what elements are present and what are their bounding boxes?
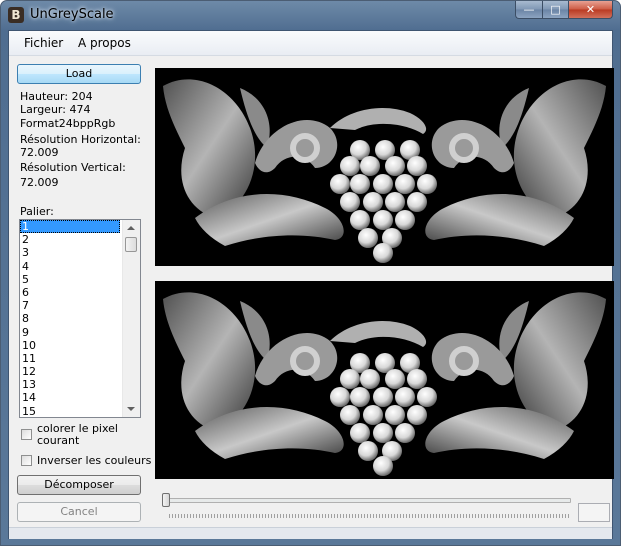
scroll-thumb[interactable] bbox=[125, 237, 137, 252]
grape-shape bbox=[395, 210, 415, 230]
minimize-button[interactable]: — bbox=[515, 1, 542, 19]
slider-value-box bbox=[578, 503, 610, 522]
grape-shape bbox=[395, 174, 415, 194]
processed-image bbox=[155, 281, 614, 479]
grape-shape bbox=[363, 192, 383, 212]
palier-list-item[interactable]: 6 bbox=[20, 286, 120, 299]
grape-shape bbox=[385, 156, 405, 176]
grape-shape bbox=[340, 369, 360, 389]
grape-shape bbox=[330, 387, 350, 407]
slider-ticks bbox=[169, 514, 569, 518]
grape-shape bbox=[385, 192, 405, 212]
palier-list-item[interactable]: 13 bbox=[20, 378, 120, 391]
grape-shape bbox=[373, 456, 393, 476]
grape-shape bbox=[360, 156, 380, 176]
colorer-pixel-checkbox[interactable] bbox=[21, 429, 32, 440]
grape-shape bbox=[373, 387, 393, 407]
resolution-vertical-label: Résolution Vertical: bbox=[20, 161, 126, 174]
grape-ornament-result-image bbox=[163, 292, 606, 476]
grape-shape bbox=[340, 405, 360, 425]
grape-shape bbox=[385, 369, 405, 389]
palier-list-item[interactable]: 10 bbox=[20, 339, 120, 352]
right-leaf-shape bbox=[425, 292, 606, 459]
grape-shape bbox=[373, 210, 393, 230]
inverser-couleurs-checkbox[interactable] bbox=[21, 455, 32, 466]
scroll-down-icon[interactable] bbox=[127, 407, 135, 411]
palier-list-item[interactable]: 2 bbox=[20, 233, 120, 246]
palier-label: Palier: bbox=[20, 205, 54, 218]
grape-shape bbox=[407, 192, 427, 212]
palier-list-item[interactable]: 7 bbox=[20, 299, 120, 312]
grape-shape bbox=[373, 174, 393, 194]
client-area: Fichier A propos Load Hauteur: 204 Large… bbox=[8, 30, 614, 539]
scroll-up-icon[interactable] bbox=[127, 226, 135, 230]
hauteur-text: Hauteur: 204 bbox=[20, 90, 93, 103]
grape-shape bbox=[350, 174, 370, 194]
menu-a-propos[interactable]: A propos bbox=[78, 36, 131, 50]
grape-shape bbox=[350, 387, 370, 407]
grape-shape bbox=[407, 369, 427, 389]
left-leaf-shape bbox=[163, 292, 344, 459]
menu-fichier[interactable]: Fichier bbox=[24, 36, 63, 50]
caption-buttons: — □ ✕ bbox=[515, 1, 613, 20]
menu-bar: Fichier A propos bbox=[9, 31, 612, 56]
palier-listbox[interactable]: 1 2 3 4 5 6 7 8 9 10 11 12 13 14 15 bbox=[19, 219, 141, 418]
decompose-button[interactable]: Décomposer bbox=[17, 475, 141, 495]
grape-shape bbox=[340, 156, 360, 176]
palier-list-item[interactable]: 4 bbox=[20, 260, 120, 273]
window-title: UnGreyScale bbox=[30, 7, 114, 22]
grape-shape bbox=[340, 192, 360, 212]
grape-shape bbox=[395, 423, 415, 443]
colorer-pixel-label[interactable]: colorer le pixel courant bbox=[37, 423, 118, 447]
title-bar[interactable]: B UnGreyScale — □ ✕ bbox=[1, 1, 620, 30]
format-text: Format24bppRgb bbox=[20, 117, 116, 130]
cancel-button[interactable]: Cancel bbox=[17, 502, 141, 522]
close-button[interactable]: ✕ bbox=[568, 1, 613, 19]
grape-shape bbox=[385, 405, 405, 425]
palier-list-item[interactable]: 3 bbox=[20, 246, 120, 259]
grape-shape bbox=[407, 156, 427, 176]
palier-list-item[interactable]: 12 bbox=[20, 365, 120, 378]
colorer-pixel-label-line2: courant bbox=[37, 434, 80, 447]
app-window: B UnGreyScale — □ ✕ Fichier A propos Loa… bbox=[0, 0, 621, 546]
app-icon: B bbox=[8, 7, 24, 23]
inverser-couleurs-label[interactable]: Inverser les couleurs bbox=[37, 455, 151, 467]
right-leaf-shape bbox=[425, 79, 606, 246]
listbox-scrollbar[interactable] bbox=[122, 220, 140, 417]
palier-list-item[interactable]: 8 bbox=[20, 312, 120, 325]
grape-ornament-image bbox=[163, 79, 606, 263]
load-button[interactable]: Load bbox=[17, 64, 141, 84]
maximize-button[interactable]: □ bbox=[542, 1, 568, 19]
resolution-horizontal-value: 72.009 bbox=[20, 146, 59, 159]
grape-shape bbox=[417, 174, 437, 194]
palier-slider-thumb[interactable] bbox=[162, 493, 170, 507]
grape-shape bbox=[350, 210, 370, 230]
resolution-vertical-value: 72.009 bbox=[20, 176, 59, 189]
palier-list-item[interactable]: 1 bbox=[20, 220, 120, 234]
grape-shape bbox=[360, 369, 380, 389]
grape-shape bbox=[358, 441, 378, 461]
status-bar bbox=[9, 527, 612, 539]
grape-shape bbox=[407, 405, 427, 425]
original-image bbox=[155, 68, 614, 266]
grape-shape bbox=[363, 405, 383, 425]
resolution-horizontal-label: Résolution Horizontal: bbox=[20, 133, 141, 146]
palier-list-item[interactable]: 15 bbox=[20, 405, 120, 417]
palier-list-item[interactable]: 11 bbox=[20, 352, 120, 365]
grape-shape bbox=[373, 243, 393, 263]
grape-shape bbox=[373, 423, 393, 443]
palier-list-item[interactable]: 5 bbox=[20, 273, 120, 286]
grape-shape bbox=[350, 423, 370, 443]
left-leaf-shape bbox=[163, 79, 344, 246]
grape-shape bbox=[395, 387, 415, 407]
largeur-text: Largeur: 474 bbox=[20, 103, 91, 116]
grape-shape bbox=[358, 228, 378, 248]
palier-list-item[interactable]: 9 bbox=[20, 326, 120, 339]
palier-list-item[interactable]: 14 bbox=[20, 391, 120, 404]
grape-shape bbox=[417, 387, 437, 407]
palier-slider-track[interactable] bbox=[166, 498, 571, 503]
grape-shape bbox=[330, 174, 350, 194]
